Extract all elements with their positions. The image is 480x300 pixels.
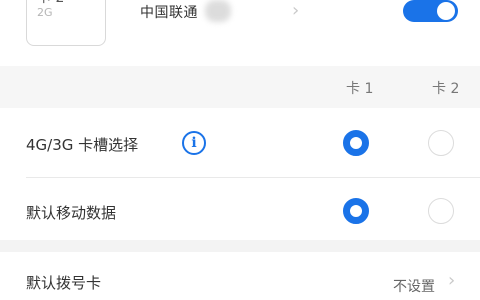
info-icon[interactable]: i: [182, 131, 206, 155]
default-data-label: 默认移动数据: [26, 204, 117, 222]
default-data-card1-radio[interactable]: [343, 198, 369, 224]
carrier-redaction: [205, 0, 231, 22]
chevron-right-icon[interactable]: ›: [292, 0, 299, 21]
default-dial-row[interactable]: 默认拨号卡 不设置 ›: [0, 252, 480, 300]
column-header-band: [0, 66, 480, 108]
slot-selection-label: 4G/3G 卡槽选择: [26, 136, 139, 154]
default-dial-value: 不设置: [393, 279, 435, 295]
row-divider: [26, 177, 480, 178]
sim-enable-toggle[interactable]: [403, 0, 458, 22]
section-gap: [0, 240, 480, 252]
carrier-name: 中国联通: [140, 5, 198, 21]
sim-card-icon: 卡 2 2G: [26, 0, 106, 46]
column-header-card1: 卡 1: [346, 81, 374, 97]
chevron-right-icon: ›: [448, 270, 456, 291]
sim-card-type: 2G: [37, 6, 53, 19]
slot-selection-card1-radio[interactable]: [343, 130, 369, 156]
slot-selection-card2-radio[interactable]: [428, 130, 454, 156]
sim-card-row[interactable]: 卡 2 2G 中国联通 ›: [0, 0, 480, 66]
toggle-knob: [437, 2, 455, 20]
default-data-card2-radio[interactable]: [428, 198, 454, 224]
default-dial-label: 默认拨号卡: [26, 274, 102, 292]
column-header-card2: 卡 2: [432, 81, 460, 97]
